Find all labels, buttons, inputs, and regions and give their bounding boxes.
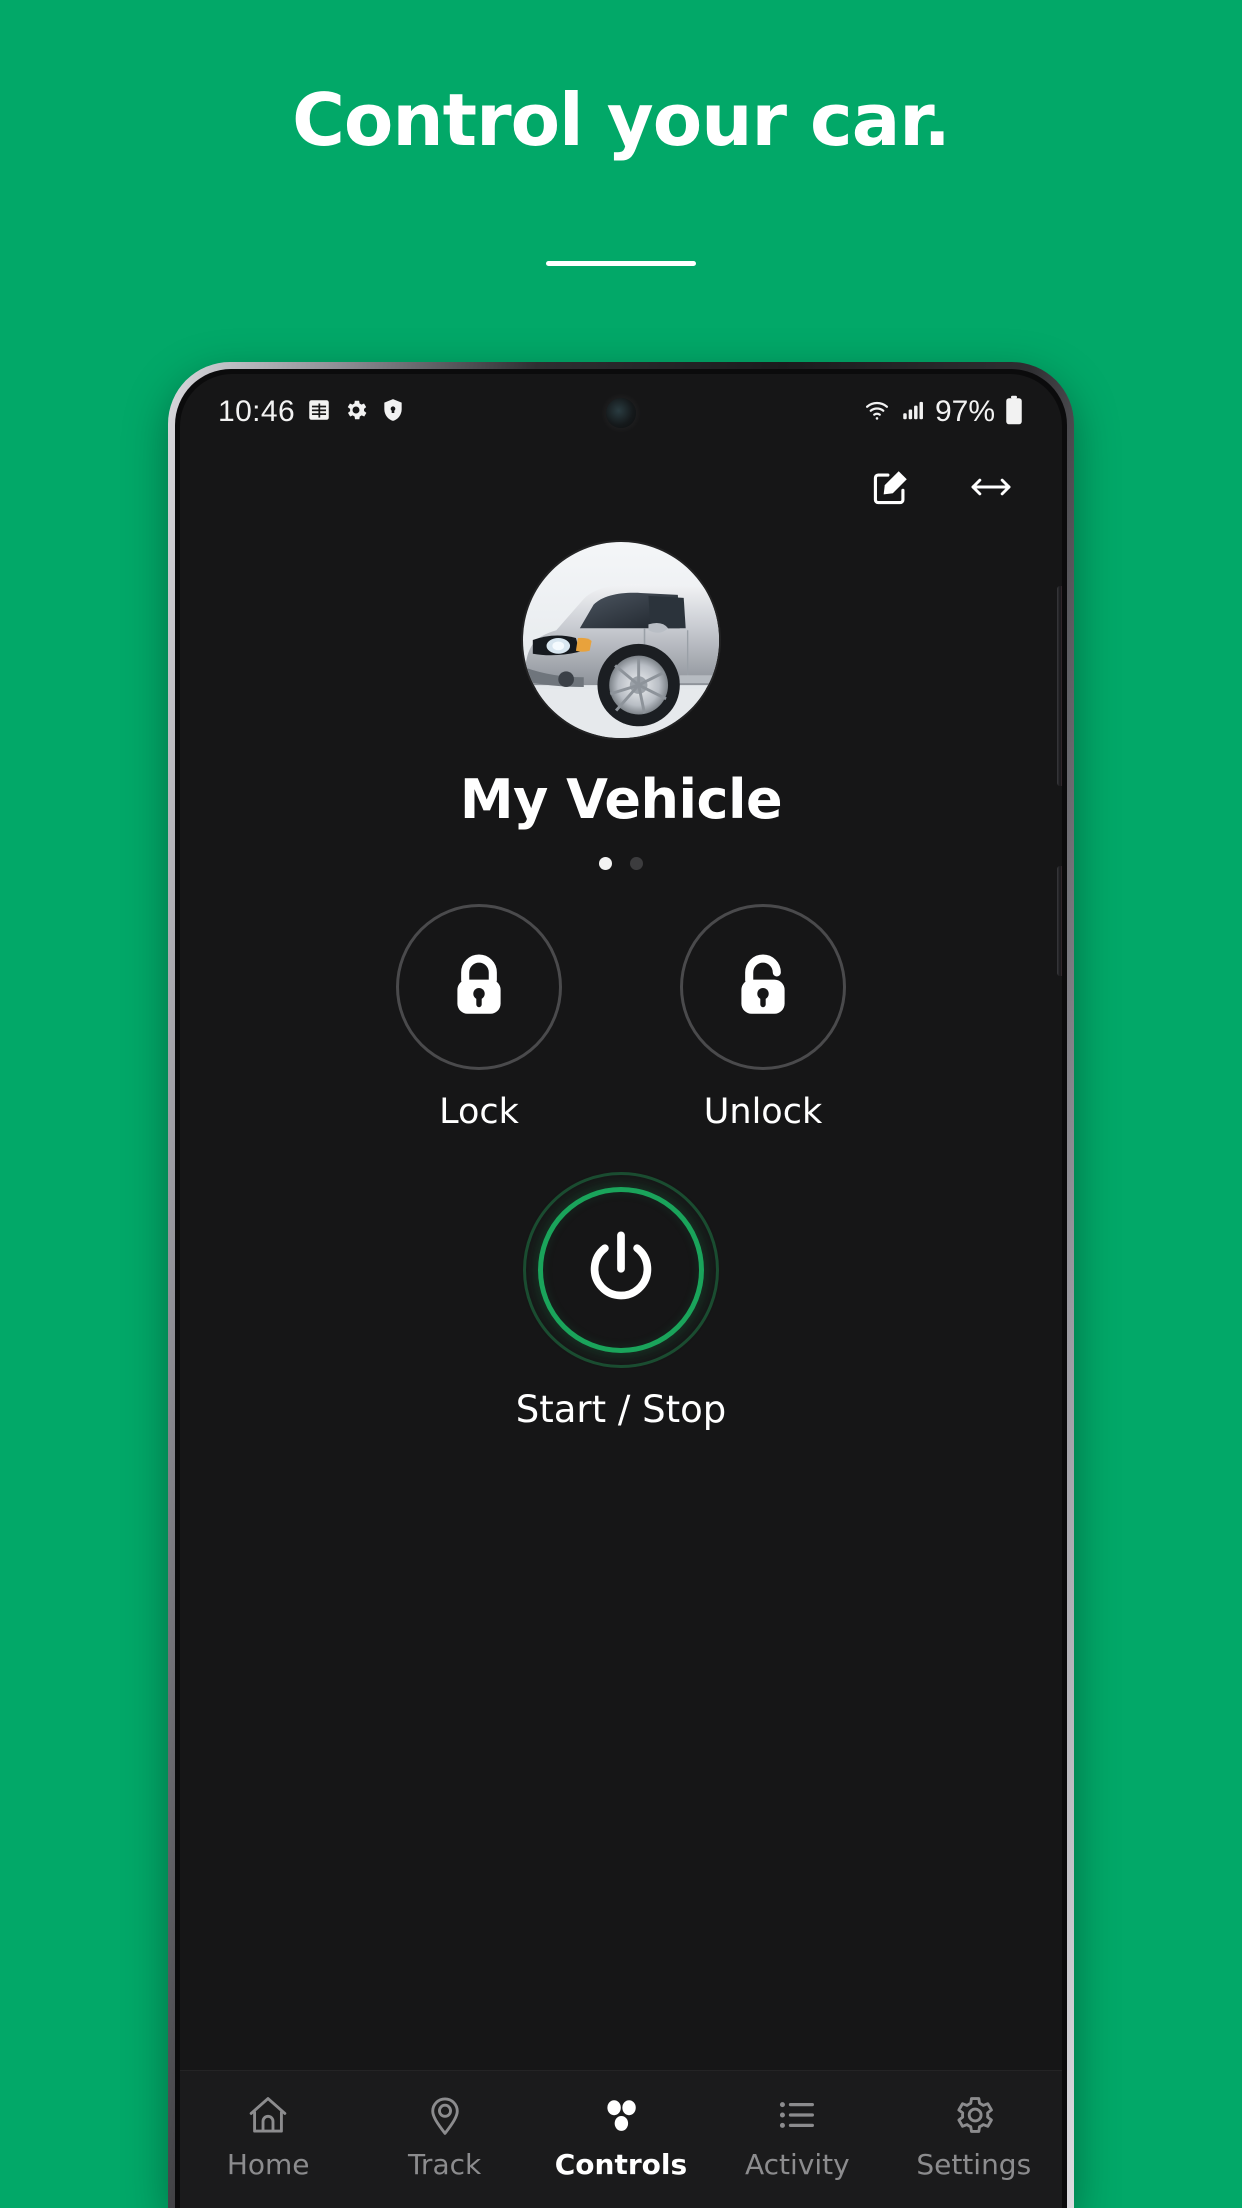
nav-label-home: Home bbox=[226, 2148, 310, 2181]
lock-open-icon bbox=[727, 949, 799, 1026]
app-action-bar bbox=[866, 462, 1016, 512]
nav-label-track: Track bbox=[407, 2148, 482, 2181]
calendar-icon bbox=[306, 397, 332, 428]
nav-label-controls: Controls bbox=[554, 2148, 688, 2181]
bottom-navigation: Home Track Controls Activity Settings bbox=[180, 2070, 1062, 2208]
page-title: Control your car. bbox=[292, 78, 951, 162]
status-bar-left: 10:46 bbox=[218, 395, 406, 429]
nav-item-activity[interactable]: Activity bbox=[722, 2091, 872, 2181]
nav-item-home[interactable]: Home bbox=[193, 2091, 343, 2181]
lock-controls-row: Lock Unlock bbox=[180, 904, 1062, 1132]
nav-item-controls[interactable]: Controls bbox=[546, 2091, 696, 2181]
unlock-button-circle[interactable] bbox=[680, 904, 846, 1070]
status-bar-right: 97% bbox=[863, 395, 1024, 430]
nav-item-track[interactable]: Track bbox=[370, 2091, 520, 2181]
vehicle-panel: My Vehicle Lock Unlock Start / Stop bbox=[180, 374, 1062, 2208]
pagination-dot-1[interactable] bbox=[599, 857, 612, 870]
shield-vpn-icon bbox=[380, 397, 406, 428]
power-glow-ring bbox=[523, 1172, 719, 1368]
lock-button-circle[interactable] bbox=[396, 904, 562, 1070]
cellular-signal-icon bbox=[900, 397, 926, 428]
lock-button[interactable]: Lock bbox=[396, 904, 562, 1132]
dots-icon bbox=[598, 2091, 644, 2139]
horizontal-arrows-icon[interactable] bbox=[966, 462, 1016, 512]
list-icon bbox=[774, 2091, 820, 2139]
nav-item-settings[interactable]: Settings bbox=[899, 2091, 1049, 2181]
pagination-dot-2[interactable] bbox=[630, 857, 643, 870]
start-stop-label: Start / Stop bbox=[515, 1388, 727, 1431]
gear-icon bbox=[343, 397, 369, 428]
lock-button-label: Lock bbox=[439, 1092, 519, 1132]
wifi-icon bbox=[863, 396, 891, 429]
house-icon bbox=[245, 2091, 291, 2139]
phone-bezel: 10:46 97% My Vehicle Lock Unlock Start /… bbox=[175, 369, 1067, 2208]
nav-label-activity: Activity bbox=[745, 2148, 850, 2181]
pagination-dots[interactable] bbox=[599, 857, 643, 870]
nav-label-settings: Settings bbox=[916, 2148, 1032, 2181]
gear-icon bbox=[951, 2091, 997, 2139]
lock-closed-icon bbox=[443, 949, 515, 1026]
front-camera bbox=[606, 398, 636, 428]
vehicle-photo[interactable] bbox=[523, 542, 719, 738]
map-pin-icon bbox=[422, 2091, 468, 2139]
phone-device: 10:46 97% My Vehicle Lock Unlock Start /… bbox=[168, 362, 1074, 2208]
edit-icon[interactable] bbox=[866, 462, 916, 512]
battery-icon bbox=[1004, 395, 1024, 430]
title-divider bbox=[546, 261, 696, 266]
battery-percent-label: 97% bbox=[934, 395, 995, 428]
phone-screen: 10:46 97% My Vehicle Lock Unlock Start /… bbox=[180, 374, 1062, 2208]
vehicle-name: My Vehicle bbox=[459, 768, 783, 831]
unlock-button[interactable]: Unlock bbox=[680, 904, 846, 1132]
power-icon bbox=[577, 1224, 665, 1317]
start-stop-button[interactable]: Start / Stop bbox=[515, 1172, 727, 1431]
unlock-button-label: Unlock bbox=[703, 1092, 823, 1132]
status-clock: 10:46 bbox=[218, 395, 296, 428]
power-ring[interactable] bbox=[538, 1187, 704, 1353]
